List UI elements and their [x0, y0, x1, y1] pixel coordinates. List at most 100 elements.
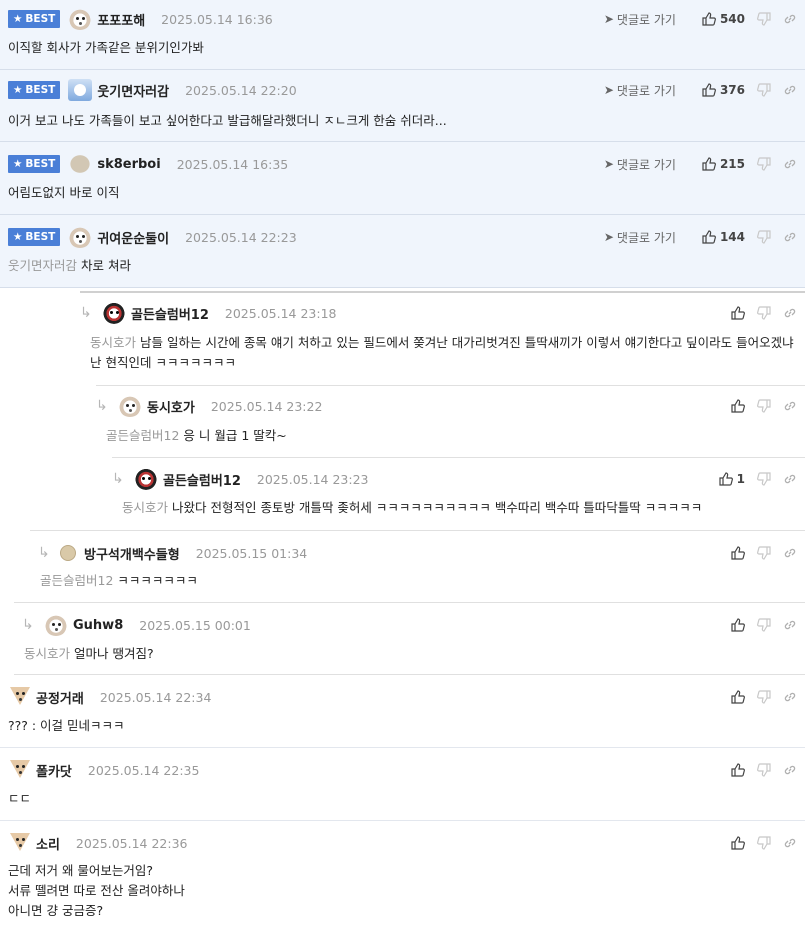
dislike-button[interactable] [757, 306, 771, 320]
comment-text: ??? : 이걸 믿네ㅋㅋㅋ [8, 718, 125, 733]
reply-target[interactable]: 골든슬럼버12 [40, 573, 113, 588]
link-button[interactable] [783, 399, 797, 413]
dislike-button[interactable] [757, 399, 771, 413]
avatar[interactable] [44, 614, 68, 636]
link-button[interactable] [783, 83, 797, 97]
thumbs-down-icon [757, 83, 771, 97]
thumbs-up-icon [702, 230, 716, 244]
link-button[interactable] [783, 157, 797, 171]
like-button[interactable]: 1 [719, 472, 745, 486]
dislike-button[interactable] [757, 472, 771, 486]
thumbs-down-icon [757, 472, 771, 486]
comment-author[interactable]: 소리 [36, 834, 60, 853]
avatar[interactable] [8, 759, 32, 781]
link-button[interactable] [783, 306, 797, 320]
comment-author[interactable]: 방구석개백수들형 [84, 544, 180, 563]
like-button[interactable]: 376 [702, 83, 745, 97]
star-icon: ★ [13, 158, 23, 170]
like-button[interactable] [731, 618, 745, 632]
link-button[interactable] [783, 230, 797, 244]
comment-author[interactable]: 웃기면자러감 [97, 81, 169, 100]
avatar[interactable] [60, 545, 76, 561]
dislike-button[interactable] [757, 157, 771, 171]
comment-body: 동시호가 남들 일하는 시간에 종목 얘기 처하고 있는 필드에서 쫒겨난 대가리… [90, 333, 795, 373]
link-button[interactable] [783, 836, 797, 850]
comment-author[interactable]: 골든슬럼버12 [131, 304, 209, 323]
comment-body: 어림도없지 바로 이직 [8, 183, 795, 203]
like-button[interactable] [731, 546, 745, 560]
reply-target[interactable]: 골든슬럼버12 [106, 428, 179, 443]
comment-body: 골든슬럼버12 ㅋㅋㅋㅋㅋㅋㅋ [40, 571, 795, 591]
comment-author[interactable]: 동시호가 [147, 397, 195, 416]
like-button[interactable] [731, 306, 745, 320]
dislike-button[interactable] [757, 763, 771, 777]
link-button[interactable] [783, 12, 797, 26]
like-button[interactable] [731, 763, 745, 777]
avatar[interactable] [68, 226, 93, 248]
link-icon [783, 399, 797, 413]
comment-text-line: 아니면 걍 궁금증? [8, 903, 104, 918]
send-icon: ➤ [603, 83, 614, 97]
comment-text: 남들 일하는 시간에 종목 얘기 처하고 있는 필드에서 쫒겨난 대가리벗겨진 … [90, 335, 794, 370]
link-button[interactable] [783, 546, 797, 560]
comment-author[interactable]: 포포포해 [97, 10, 145, 29]
go-to-reply-link[interactable]: ➤ 댓글로 가기 [604, 229, 676, 246]
avatar[interactable] [134, 468, 158, 490]
avatar[interactable] [68, 79, 93, 101]
dislike-button[interactable] [757, 546, 771, 560]
avatar[interactable] [102, 302, 126, 324]
go-to-reply-link[interactable]: ➤ 댓글로 가기 [604, 82, 676, 99]
comment-author[interactable]: sk8erboi [97, 157, 160, 172]
reply-target[interactable]: 웃기면자러감 [8, 258, 77, 273]
like-button[interactable] [731, 399, 745, 413]
comment-date: 2025.05.14 16:36 [161, 11, 273, 27]
comment-actions [719, 615, 797, 635]
comment-header: ↳ Guhw8 2025.05.15 00:01 [22, 614, 805, 636]
comment-author[interactable]: 귀여운순둘이 [97, 228, 169, 247]
dislike-button[interactable] [757, 12, 771, 26]
like-button[interactable] [731, 690, 745, 704]
link-button[interactable] [783, 690, 797, 704]
comment-header: ↳ 방구석개백수들형 2025.05.15 01:34 [38, 543, 805, 563]
reply-arrow-icon: ↳ [38, 545, 50, 561]
reply-arrow-icon: ↳ [22, 617, 34, 633]
dislike-button[interactable] [757, 836, 771, 850]
comment-item: 폴카닷 2025.05.14 22:35 ㄷㄷ [0, 748, 805, 821]
comment-actions: ➤ 댓글로 가기 540 [604, 9, 797, 29]
avatar[interactable] [8, 832, 32, 854]
comment-date: 2025.05.14 22:20 [185, 82, 297, 98]
go-to-reply-link[interactable]: ➤ 댓글로 가기 [604, 11, 676, 28]
comment-item: ★ BEST sk8erboi 2025.05.14 16:35 ➤ 댓글로 가기 … [0, 142, 805, 215]
comment-author[interactable]: Guhw8 [73, 618, 123, 633]
comment-actions: ➤ 댓글로 가기 376 [604, 80, 797, 100]
link-button[interactable] [783, 618, 797, 632]
dislike-button[interactable] [757, 83, 771, 97]
comment-actions [719, 303, 797, 323]
dislike-button[interactable] [757, 230, 771, 244]
dislike-button[interactable] [757, 690, 771, 704]
avatar[interactable] [68, 8, 93, 30]
go-to-reply-link[interactable]: ➤ 댓글로 가기 [604, 156, 676, 173]
comment-author[interactable]: 공정거래 [36, 688, 84, 707]
avatar[interactable] [8, 686, 32, 708]
reply-target[interactable]: 동시호가 [122, 500, 168, 515]
like-button[interactable] [731, 836, 745, 850]
dislike-button[interactable] [757, 618, 771, 632]
reply-target[interactable]: 동시호가 [24, 646, 70, 661]
reply-target[interactable]: 동시호가 [90, 335, 136, 350]
like-button[interactable]: 540 [702, 12, 745, 26]
avatar[interactable] [68, 153, 93, 175]
comment-header: 공정거래 2025.05.14 22:34 [8, 687, 805, 707]
comment-text: 응 니 월급 1 딸칵~ [183, 428, 287, 443]
comment-author[interactable]: 골든슬럼버12 [163, 470, 241, 489]
comment-body: 동시호가 얼마나 땡겨짐? [24, 644, 795, 664]
like-button[interactable]: 144 [702, 230, 745, 244]
like-button[interactable]: 215 [702, 157, 745, 171]
reply-item: ↳ 방구석개백수들형 2025.05.15 01:34 골든슬럼버12 ㅋㅋㅋㅋㅋ… [30, 530, 805, 602]
comment-author[interactable]: 폴카닷 [36, 761, 72, 780]
link-button[interactable] [783, 472, 797, 486]
like-count: 376 [719, 83, 745, 97]
avatar[interactable] [118, 395, 142, 417]
link-button[interactable] [783, 763, 797, 777]
link-icon [783, 690, 797, 704]
